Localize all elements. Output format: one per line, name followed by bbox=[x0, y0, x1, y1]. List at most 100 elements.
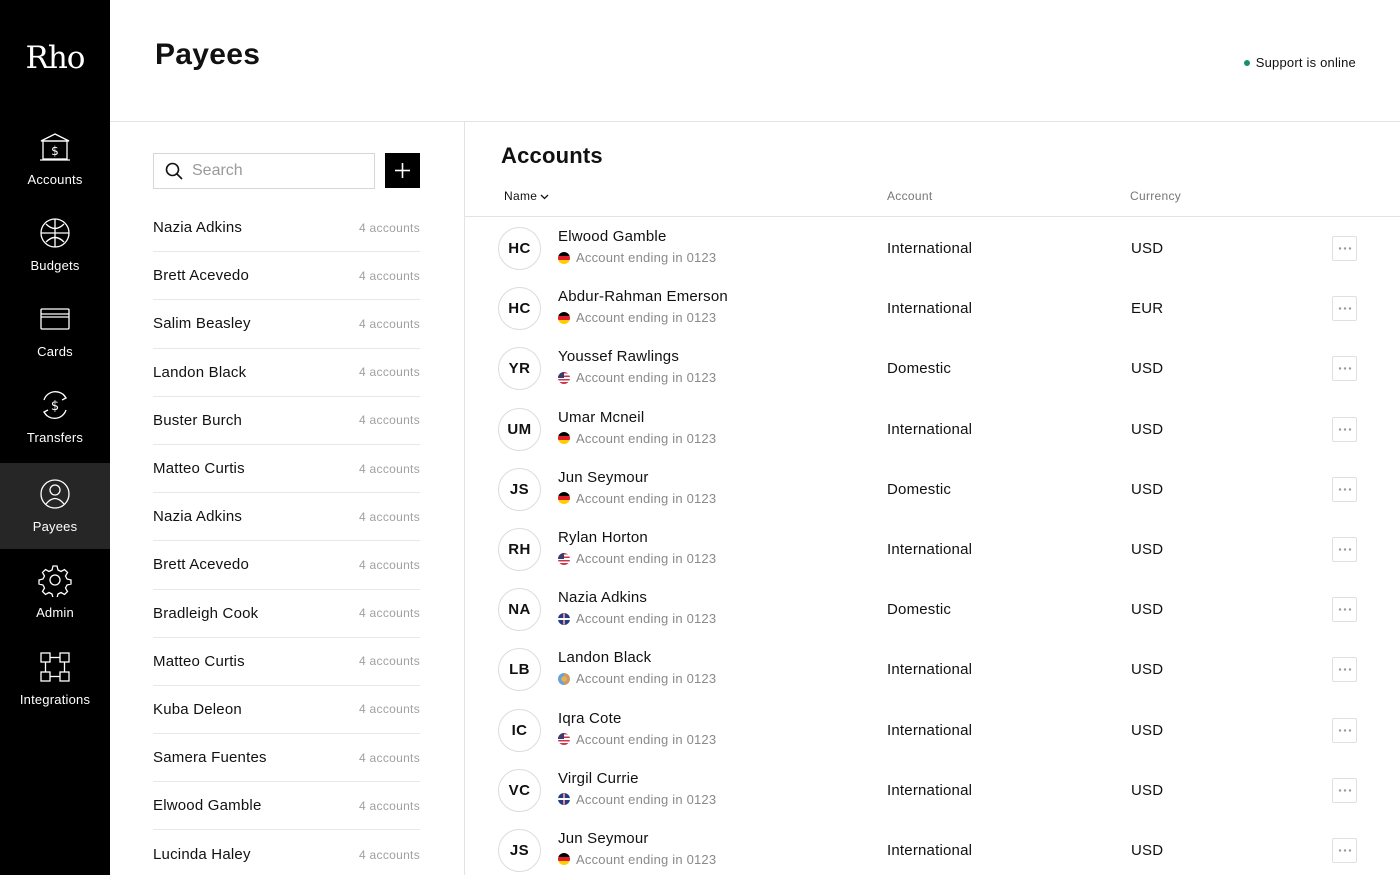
sidebar-item-transfers[interactable]: $ Transfers bbox=[0, 388, 110, 474]
account-count: 4 accounts bbox=[358, 654, 420, 669]
list-item[interactable]: Matteo Curtis 4 accounts bbox=[153, 638, 420, 686]
sidebar-item-payees[interactable]: Payees bbox=[0, 463, 110, 549]
sidebar-item-accounts[interactable]: $ Accounts bbox=[0, 130, 110, 216]
table-row[interactable]: HC Abdur-Rahman Emerson Account ending in … bbox=[465, 278, 1400, 338]
more-options-button[interactable] bbox=[1332, 597, 1357, 623]
ellipsis-icon bbox=[1338, 367, 1352, 371]
table-row[interactable]: UM Umar Mcneil Account ending in 0123 Inter… bbox=[465, 399, 1400, 459]
currency: USD bbox=[1131, 721, 1164, 739]
ellipsis-icon bbox=[1338, 788, 1352, 792]
payee-name: Nazia Adkins bbox=[153, 219, 243, 237]
table-row[interactable]: RH Rylan Horton Account ending in 0123 Inte… bbox=[465, 519, 1400, 579]
list-item[interactable]: Salim Beasley 4 accounts bbox=[153, 300, 420, 349]
avatar: IC bbox=[498, 708, 541, 752]
add-payee-button[interactable] bbox=[385, 153, 420, 188]
table-row[interactable]: YR Youssef Rawlings Account ending in 0123… bbox=[465, 338, 1400, 398]
list-item[interactable]: Elwood Gamble 4 accounts bbox=[153, 782, 420, 831]
table-row[interactable]: IC Iqra Cote Account ending in 0123 Interna… bbox=[465, 700, 1400, 760]
payee-name: Nazia Adkins bbox=[153, 508, 243, 526]
account-count: 4 accounts bbox=[358, 702, 420, 717]
flag-icon bbox=[558, 853, 570, 866]
payee-name: Kuba Deleon bbox=[153, 700, 242, 718]
payee-list-panel: Nazia Adkins 4 accounts Brett Acevedo 4 acc… bbox=[110, 122, 465, 875]
divider bbox=[465, 216, 1400, 217]
account-count: 4 accounts bbox=[358, 847, 420, 862]
list-item[interactable]: Bradleigh Cook 4 accounts bbox=[153, 590, 420, 638]
sidebar-item-label: Payees bbox=[32, 519, 78, 534]
currency: USD bbox=[1131, 661, 1164, 679]
list-item[interactable]: Buster Burch 4 accounts bbox=[153, 397, 420, 445]
account-type: International bbox=[887, 540, 973, 558]
table-row[interactable]: JS Jun Seymour Account ending in 0123 Inter… bbox=[465, 820, 1400, 880]
account-holder-name: Umar Mcneil bbox=[558, 408, 645, 426]
account-type: International bbox=[887, 240, 973, 257]
sidebar-item-admin[interactable]: Admin bbox=[0, 563, 110, 649]
account-detail: Account ending in 0123 bbox=[558, 732, 716, 747]
accounts-panel: Accounts Name Account Currency HC Elwood … bbox=[465, 122, 1400, 875]
column-header-name[interactable]: Name bbox=[504, 189, 549, 203]
more-options-button[interactable] bbox=[1332, 296, 1357, 322]
currency: USD bbox=[1131, 540, 1164, 558]
currency: USD bbox=[1131, 420, 1164, 438]
avatar: NA bbox=[498, 588, 541, 632]
account-ending: Account ending in 0123 bbox=[576, 791, 717, 807]
sidebar-item-cards[interactable]: Cards bbox=[0, 302, 110, 388]
account-type: International bbox=[887, 721, 973, 739]
avatar: HC bbox=[498, 227, 541, 270]
flag-icon bbox=[558, 552, 570, 565]
payee-name: Elwood Gamble bbox=[153, 797, 262, 815]
payee-name: Landon Black bbox=[153, 363, 247, 381]
list-item[interactable]: Lucinda Haley 4 accounts bbox=[153, 830, 420, 878]
currency: USD bbox=[1131, 240, 1164, 257]
rho-logo[interactable]: Rho bbox=[0, 40, 110, 76]
more-options-button[interactable] bbox=[1332, 717, 1357, 743]
search-box[interactable] bbox=[153, 153, 375, 189]
flag-icon bbox=[558, 492, 570, 505]
list-item[interactable]: Landon Black 4 accounts bbox=[153, 349, 420, 397]
support-status[interactable]: Support is online bbox=[1243, 55, 1356, 70]
list-item[interactable]: Brett Acevedo 4 accounts bbox=[153, 252, 420, 301]
account-count: 4 accounts bbox=[358, 509, 420, 524]
account-count: 4 accounts bbox=[358, 268, 420, 283]
account-detail: Account ending in 0123 bbox=[558, 792, 716, 807]
table-row[interactable]: NA Nazia Adkins Account ending in 0123 Dome… bbox=[465, 579, 1400, 639]
more-options-button[interactable] bbox=[1332, 476, 1357, 502]
account-count: 4 accounts bbox=[358, 220, 420, 235]
more-options-button[interactable] bbox=[1332, 356, 1357, 382]
account-ending: Account ending in 0123 bbox=[576, 310, 717, 326]
list-item[interactable]: Matteo Curtis 4 accounts bbox=[153, 445, 420, 494]
list-item[interactable]: Samera Fuentes 4 accounts bbox=[153, 734, 420, 783]
column-header-name-label: Name bbox=[504, 189, 538, 203]
list-item[interactable]: Nazia Adkins 4 accounts bbox=[153, 493, 420, 542]
more-options-button[interactable] bbox=[1332, 416, 1357, 442]
more-options-button[interactable] bbox=[1332, 777, 1357, 803]
currency: USD bbox=[1131, 480, 1164, 498]
list-item[interactable]: Brett Acevedo 4 accounts bbox=[153, 541, 420, 590]
avatar: JS bbox=[498, 467, 541, 511]
account-detail: Account ending in 0123 bbox=[558, 852, 716, 867]
avatar: YR bbox=[498, 347, 541, 391]
list-item[interactable]: Nazia Adkins 4 accounts bbox=[153, 204, 420, 253]
sidebar-item-label: Budgets bbox=[30, 258, 80, 273]
more-options-button[interactable] bbox=[1332, 837, 1357, 863]
table-row[interactable]: LB Landon Black Account ending in 0123 Inte… bbox=[465, 639, 1400, 699]
table-row[interactable]: VC Virgil Currie Account ending in 0123 Int… bbox=[465, 760, 1400, 820]
account-ending: Account ending in 0123 bbox=[576, 851, 717, 867]
column-header-account[interactable]: Account bbox=[887, 189, 932, 203]
more-options-button[interactable] bbox=[1332, 236, 1357, 261]
sidebar-item-budgets[interactable]: Budgets bbox=[0, 216, 110, 302]
svg-text:$: $ bbox=[51, 399, 59, 414]
payee-name: Matteo Curtis bbox=[153, 460, 245, 478]
ellipsis-icon bbox=[1338, 307, 1352, 310]
account-count: 4 accounts bbox=[358, 365, 420, 380]
search-input[interactable] bbox=[192, 160, 362, 182]
sidebar-item-integrations[interactable]: Integrations bbox=[0, 650, 110, 736]
avatar: JS bbox=[498, 828, 541, 872]
column-header-currency[interactable]: Currency bbox=[1130, 189, 1181, 203]
more-options-button[interactable] bbox=[1332, 657, 1357, 683]
more-options-button[interactable] bbox=[1332, 536, 1357, 562]
table-row[interactable]: JS Jun Seymour Account ending in 0123 Domes… bbox=[465, 459, 1400, 519]
bank-icon: $ bbox=[40, 133, 70, 161]
list-item[interactable]: Kuba Deleon 4 accounts bbox=[153, 686, 420, 735]
table-row[interactable]: HC Elwood Gamble Account ending in 0123 Int… bbox=[465, 218, 1400, 278]
